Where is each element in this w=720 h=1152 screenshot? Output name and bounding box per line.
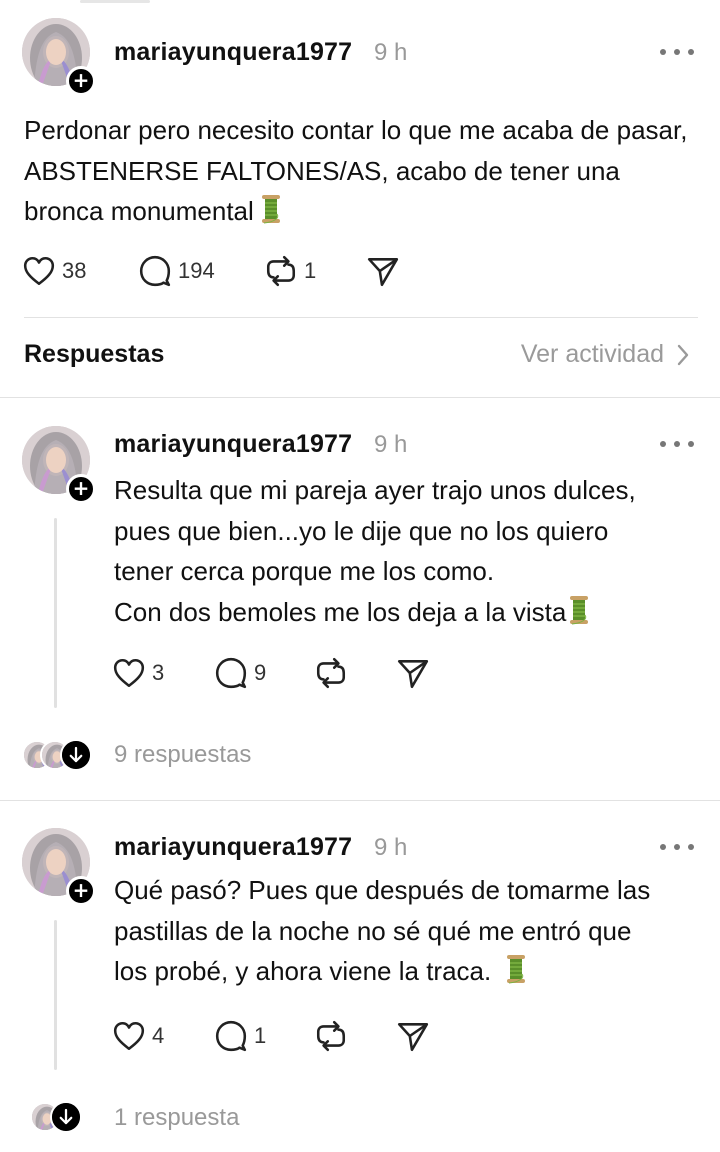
reply-avatars[interactable] <box>30 1100 86 1136</box>
send-icon <box>366 254 400 288</box>
reply-text-content: Con dos bemoles me los deja a la vista <box>114 596 567 627</box>
view-activity-label: Ver actividad <box>520 340 664 368</box>
reply-text-content: los probé, y ahora viene la traca. <box>114 956 492 986</box>
thread-spool-emoji <box>260 194 282 224</box>
comment-icon <box>138 254 172 288</box>
repost-icon <box>264 254 298 288</box>
post-username[interactable]: mariayunquera1977 <box>114 38 352 67</box>
share-button[interactable] <box>396 1019 430 1053</box>
more-icon[interactable] <box>660 440 694 448</box>
post-text: Perdonar pero necesito contar lo que me … <box>24 110 694 232</box>
heart-icon <box>22 254 56 288</box>
reply-text-line: Resulta que mi pareja ayer trajo unos du… <box>114 475 636 505</box>
like-count: 3 <box>152 660 165 685</box>
reply-text-line: tener cerca porque me los como. <box>114 556 495 586</box>
view-replies-link[interactable]: 9 respuestas <box>114 741 251 769</box>
repost-count: 1 <box>304 258 317 283</box>
arrow-down-icon <box>60 739 92 771</box>
reply-username[interactable]: mariayunquera1977 <box>114 430 352 459</box>
scroll-fade <box>80 0 150 3</box>
divider <box>0 800 720 801</box>
reply-text: Resulta que mi pareja ayer trajo unos du… <box>114 470 704 632</box>
follow-plus-icon[interactable]: + <box>66 66 96 96</box>
view-replies-link[interactable]: 1 respuesta <box>114 1104 239 1132</box>
view-activity-link[interactable]: Ver actividad <box>521 340 690 369</box>
thread-spool-emoji <box>568 595 590 625</box>
follow-plus-icon[interactable]: + <box>66 474 96 504</box>
reply-text-line: pastillas de la noche no sé qué me entró… <box>114 915 632 946</box>
chevron-right-icon <box>676 343 690 367</box>
heart-icon <box>112 656 146 690</box>
reply-avatar[interactable]: + <box>22 426 96 504</box>
reply-time: 9 h <box>374 834 408 861</box>
divider <box>0 397 720 398</box>
replies-heading: Respuestas <box>24 340 165 368</box>
repost-button[interactable]: 1 <box>264 254 316 288</box>
reply-text-line: pues que bien...yo le dije que no los qu… <box>114 515 609 546</box>
reply-avatar[interactable]: + <box>22 828 96 906</box>
reply-username[interactable]: mariayunquera1977 <box>114 833 352 862</box>
repost-button[interactable] <box>314 656 348 690</box>
like-button[interactable]: 3 <box>112 656 164 690</box>
send-icon <box>396 1019 430 1053</box>
thread-line <box>54 518 57 708</box>
reply-actions: 4 1 <box>112 1019 452 1055</box>
divider <box>24 317 698 318</box>
heart-icon <box>112 1019 146 1053</box>
reply-text: Qué pasó? Pues que después de tomarme la… <box>114 870 704 992</box>
follow-plus-icon[interactable]: + <box>66 876 96 906</box>
more-icon[interactable] <box>660 48 694 56</box>
reply-text-line: los probé, y ahora viene la traca. <box>114 951 704 992</box>
comment-button[interactable]: 1 <box>214 1019 266 1053</box>
thread-spool-emoji <box>505 954 527 984</box>
like-button[interactable]: 38 <box>22 254 86 288</box>
reply-avatars[interactable] <box>22 738 98 774</box>
like-count: 4 <box>152 1023 165 1048</box>
reply-text-line: Qué pasó? Pues que después de tomarme la… <box>114 875 651 905</box>
like-button[interactable]: 4 <box>112 1019 164 1053</box>
send-icon <box>396 656 430 690</box>
post-time: 9 h <box>374 39 408 66</box>
comment-icon <box>214 656 248 690</box>
arrow-down-icon <box>50 1101 82 1133</box>
reply-text-line: Con dos bemoles me los deja a la vista <box>114 592 704 633</box>
like-count: 38 <box>62 258 87 283</box>
comment-count: 1 <box>254 1023 267 1048</box>
repost-icon <box>314 656 348 690</box>
more-icon[interactable] <box>660 843 694 851</box>
comment-count: 194 <box>178 258 215 283</box>
comment-button[interactable]: 194 <box>138 254 215 288</box>
reply-actions: 3 9 <box>112 656 452 692</box>
comment-button[interactable]: 9 <box>214 656 266 690</box>
share-button[interactable] <box>366 254 400 288</box>
comment-count: 9 <box>254 660 267 685</box>
thread-line <box>54 920 57 1070</box>
reply-time: 9 h <box>374 431 408 458</box>
post-text-content: Perdonar pero necesito contar lo que me … <box>24 115 688 226</box>
repost-button[interactable] <box>314 1019 348 1053</box>
share-button[interactable] <box>396 656 430 690</box>
comment-icon <box>214 1019 248 1053</box>
post-avatar[interactable]: + <box>22 18 96 96</box>
post-actions: 38 194 1 <box>22 254 422 290</box>
repost-icon <box>314 1019 348 1053</box>
